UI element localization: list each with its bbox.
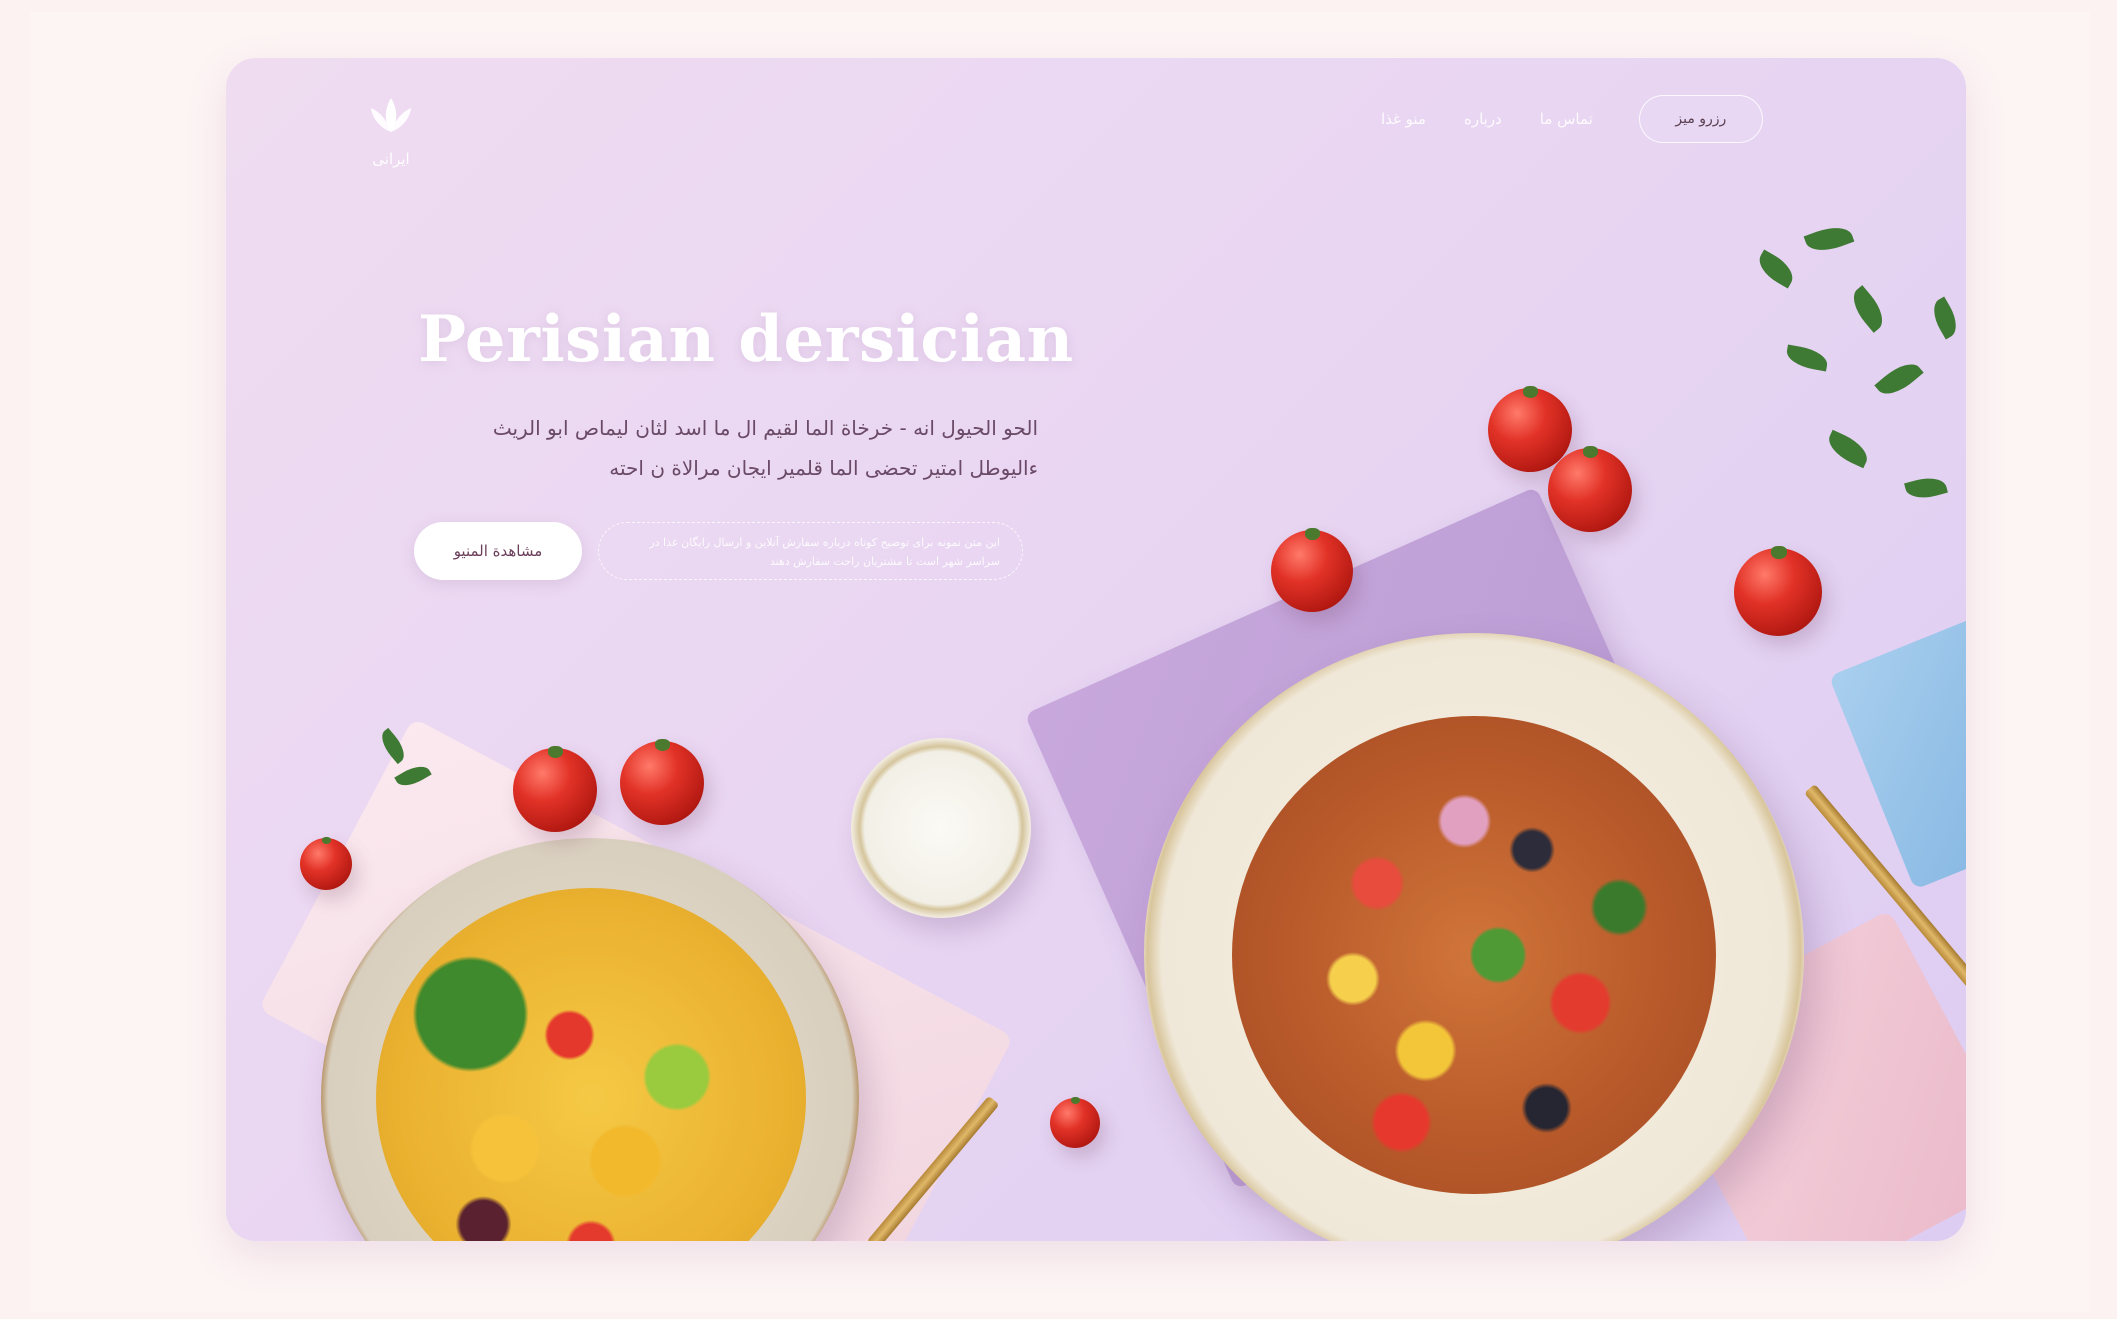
- main-salad: [1232, 716, 1716, 1194]
- cherry-tomato: [620, 739, 704, 825]
- reserve-button[interactable]: رزرو میز: [1638, 95, 1763, 143]
- cherry-tomato: [513, 746, 597, 832]
- lotus-icon: [371, 98, 411, 132]
- nav-link-contact[interactable]: تماس ما: [1540, 110, 1593, 128]
- cherry-tomato: [1734, 546, 1822, 636]
- view-menu-button[interactable]: مشاهدة المنيو: [414, 522, 582, 580]
- herb-leaf: [1926, 296, 1964, 340]
- top-nav: منو غذا درباره تماس ما رزرو میز: [1381, 94, 1763, 144]
- herb-leaf: [1845, 285, 1891, 333]
- lilac-napkin: [1024, 486, 1748, 1190]
- herb-leaf: [394, 760, 432, 792]
- herb-leaf: [1784, 344, 1830, 372]
- cherry-tomato: [1548, 446, 1632, 532]
- herb-leaf: [1753, 249, 1799, 289]
- hero-title: Perisian dersician: [418, 302, 1074, 377]
- logo-text: ایرانی: [372, 150, 410, 168]
- blue-napkin: [1828, 616, 1966, 890]
- pink-napkin: [1641, 909, 1966, 1241]
- cherry-tomato: [1488, 386, 1572, 472]
- nav-link-menu[interactable]: منو غذا: [1381, 110, 1426, 128]
- herb-leaf: [375, 727, 411, 765]
- info-note: اين متن نمونه برای توضیح کوتاه درباره سف…: [598, 522, 1023, 580]
- cherry-tomato: [300, 836, 352, 890]
- white-napkin: [258, 717, 1014, 1241]
- herb-leaf: [1904, 473, 1948, 503]
- main-plate: [1144, 633, 1804, 1241]
- gold-fork-right: [1804, 783, 1966, 993]
- cherry-tomato: [1271, 528, 1353, 612]
- hero-subtitle: الحو الحيول انه - خرخاة الما لقيم ال ما …: [418, 408, 1038, 488]
- potato-bowl: [321, 838, 859, 1241]
- hero-subtitle-line: الحو الحيول انه - خرخاة الما لقيم ال ما …: [492, 416, 1038, 440]
- herb-leaf: [1803, 220, 1855, 258]
- hero-card: ایرانی منو غذا درباره تماس ما رزرو میز P…: [226, 58, 1966, 1241]
- herb-leaf: [1874, 355, 1924, 403]
- herb-leaf: [1823, 429, 1873, 469]
- gold-fork-left: [866, 1095, 1000, 1241]
- cherry-tomato: [1050, 1097, 1100, 1148]
- yogurt-dip: [851, 738, 1031, 918]
- food-photo: [226, 58, 1966, 1241]
- hero-subtitle-line: ءاليوطل امتير تحضى الما قلمير ايجان مرال…: [609, 456, 1038, 480]
- potato-salad: [376, 888, 806, 1241]
- brand-logo[interactable]: ایرانی: [356, 88, 426, 178]
- nav-link-about[interactable]: درباره: [1464, 110, 1502, 128]
